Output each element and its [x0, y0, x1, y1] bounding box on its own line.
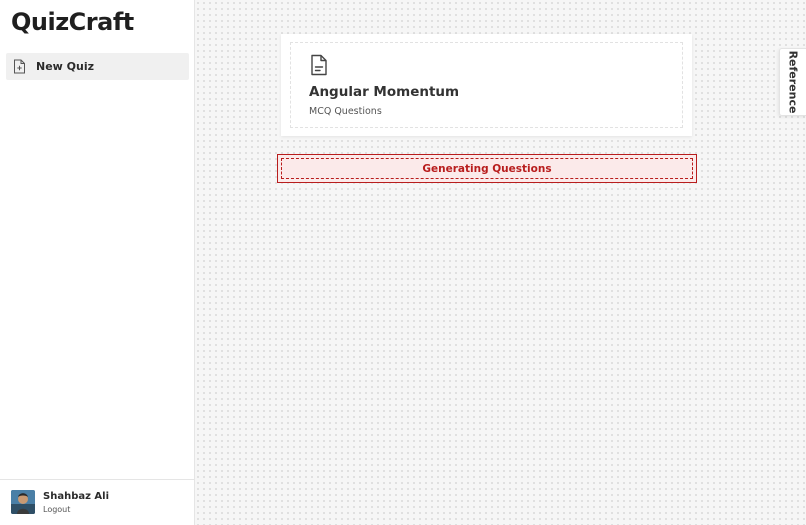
user-panel: Shahbaz Ali Logout	[0, 479, 194, 525]
sidebar-item-new-quiz[interactable]: New Quiz	[6, 53, 189, 80]
user-name: Shahbaz Ali	[43, 491, 109, 502]
sidebar: QuizCraft New Quiz Shahbaz Ali Logout	[0, 0, 195, 525]
app-window: QuizCraft New Quiz Shahbaz Ali Logout An…	[0, 0, 806, 525]
generating-questions-label: Generating Questions	[422, 162, 552, 175]
reference-tab-label: Reference	[786, 50, 800, 114]
app-logo-title: QuizCraft	[11, 8, 134, 36]
logout-link[interactable]: Logout	[43, 505, 70, 514]
sidebar-item-label: New Quiz	[36, 60, 95, 73]
avatar	[11, 490, 35, 514]
quiz-subtitle: MCQ Questions	[309, 106, 382, 117]
reference-tab[interactable]: Reference	[779, 48, 806, 116]
generating-questions-button[interactable]: Generating Questions	[277, 154, 697, 183]
button-dashed-border: Generating Questions	[281, 158, 693, 179]
quiz-card[interactable]: Angular Momentum MCQ Questions	[281, 34, 692, 136]
document-icon	[309, 54, 329, 76]
main-canvas: Angular Momentum MCQ Questions Generatin…	[195, 0, 806, 525]
quiz-title: Angular Momentum	[309, 84, 460, 100]
file-plus-icon	[13, 59, 26, 74]
